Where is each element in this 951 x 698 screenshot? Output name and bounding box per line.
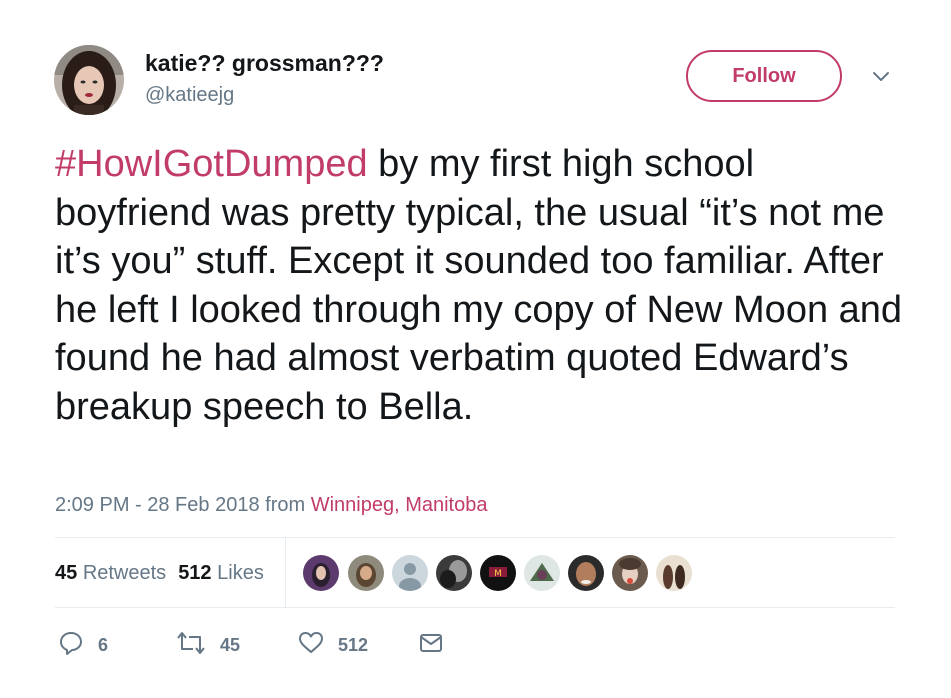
like-count: 512: [338, 634, 369, 655]
likes-label: Likes: [217, 562, 264, 584]
display-name[interactable]: katie?? grossman???: [145, 50, 384, 77]
divider: [55, 537, 895, 538]
direct-message-button[interactable]: [418, 632, 444, 658]
likes-stat[interactable]: 512 Likes: [178, 562, 264, 584]
liker-avatar[interactable]: [392, 555, 428, 591]
liker-avatar[interactable]: [348, 555, 384, 591]
retweet-count: 45: [220, 634, 241, 655]
liker-avatar[interactable]: [524, 555, 560, 591]
tweet-meta: 2:09 PM - 28 Feb 2018 from Winnipeg, Man…: [55, 494, 487, 517]
retweet-icon: [176, 630, 206, 661]
from-label: from: [265, 494, 306, 516]
retweets-label: Retweets: [82, 562, 167, 584]
tweet-stats: 45 Retweets 512 Likes: [55, 562, 264, 585]
follow-button[interactable]: Follow: [686, 50, 842, 102]
tweet-card: katie?? grossman??? @katieejg Follow #Ho…: [0, 0, 951, 698]
svg-text:M: M: [494, 569, 502, 579]
user-handle[interactable]: @katieejg: [145, 84, 234, 107]
reply-count: 6: [98, 634, 109, 655]
timestamp[interactable]: 2:09 PM - 28 Feb 2018: [55, 494, 260, 516]
envelope-icon: [418, 630, 444, 661]
stats-divider: [285, 538, 286, 607]
liker-avatar[interactable]: [656, 555, 692, 591]
likes-count: 512: [178, 562, 212, 584]
avatar[interactable]: [54, 45, 124, 115]
like-button[interactable]: 512: [298, 630, 369, 661]
location-link[interactable]: Winnipeg, Manitoba: [311, 494, 488, 516]
reply-button[interactable]: 6: [58, 630, 109, 661]
reply-icon: [58, 630, 84, 661]
retweet-button[interactable]: 45: [176, 630, 241, 661]
tweet-body: by my first high school boyfriend was pr…: [55, 143, 903, 428]
retweets-stat[interactable]: 45 Retweets: [55, 562, 166, 584]
liker-avatar[interactable]: [568, 555, 604, 591]
liker-avatar[interactable]: [303, 555, 339, 591]
tweet-text: #HowIGotDumped by my first high school b…: [55, 140, 915, 431]
liker-avatar[interactable]: [436, 555, 472, 591]
divider: [55, 607, 895, 608]
hashtag-link[interactable]: #HowIGotDumped: [55, 143, 368, 185]
retweets-count: 45: [55, 562, 78, 584]
chevron-down-icon[interactable]: [870, 66, 892, 88]
liker-avatar[interactable]: M: [480, 555, 516, 591]
heart-icon: [298, 630, 324, 661]
liker-avatar[interactable]: [612, 555, 648, 591]
